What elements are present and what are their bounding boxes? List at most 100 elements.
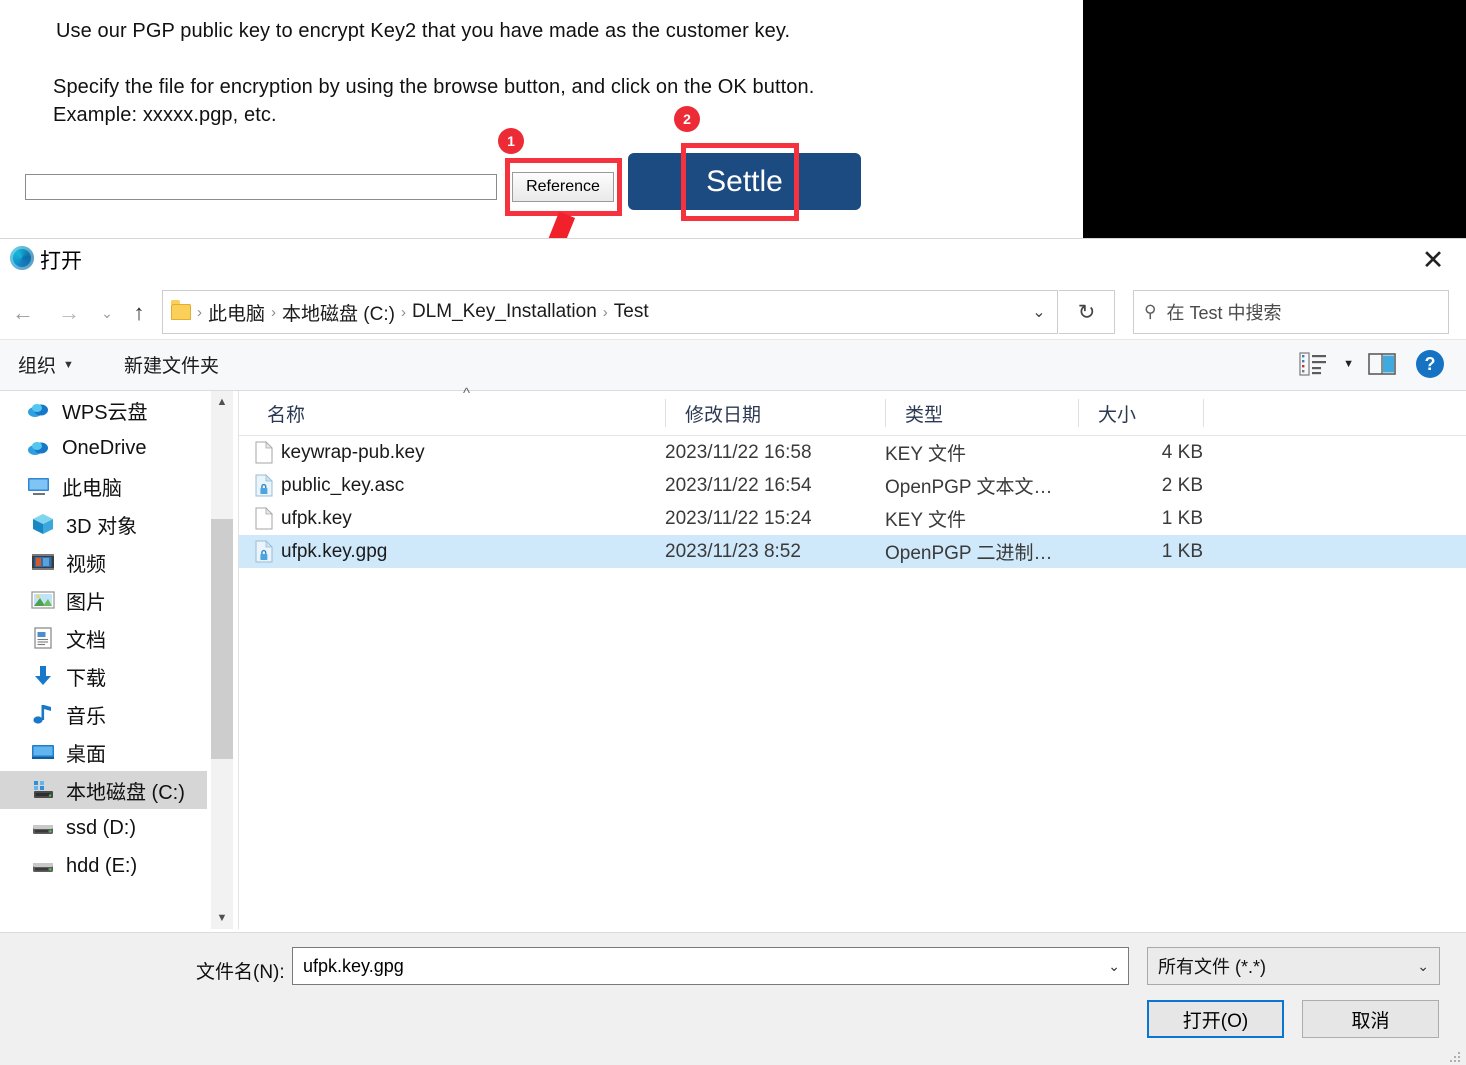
nav-item-2[interactable]: 此电脑 <box>0 467 207 505</box>
nav-item-12[interactable]: hdd (E:) <box>0 847 207 885</box>
reference-button[interactable]: Reference <box>512 172 614 202</box>
file-list-pane: 名称 ^ 修改日期 类型 大小 keywrap-pub.key 2023/11/… <box>239 385 1466 929</box>
nav-item-9[interactable]: 桌面 <box>0 733 207 771</box>
cell-type: KEY 文件 <box>885 444 966 465</box>
nav-item-label: ssd (D:) <box>66 816 136 839</box>
nav-item-5[interactable]: 图片 <box>0 581 207 619</box>
cube-icon <box>33 514 53 534</box>
chevron-down-icon: ▼ <box>63 358 74 371</box>
table-row[interactable]: public_key.asc 2023/11/22 16:54 OpenPGP 文本… <box>239 469 1466 502</box>
column-header-size-label: 大小 <box>1098 404 1137 426</box>
nav-item-7[interactable]: 下载 <box>0 657 207 695</box>
search-placeholder: 在 Test 中搜索 <box>1166 303 1282 323</box>
column-header-type[interactable]: 类型 <box>885 391 943 435</box>
back-icon[interactable]: ← <box>8 298 38 328</box>
cell-date: 2023/11/22 16:54 <box>665 474 812 496</box>
nav-item-label: 音乐 <box>66 705 106 728</box>
nav-item-label: 3D 对象 <box>66 515 138 538</box>
cloud-icon <box>28 404 48 417</box>
scroll-up-icon[interactable]: ▲ <box>211 391 233 413</box>
cell-date: 2023/11/22 16:58 <box>665 441 812 463</box>
settle-button[interactable]: Settle <box>628 153 861 210</box>
breadcrumb-chevron-down-icon[interactable]: ⌄ <box>1020 291 1058 333</box>
organize-menu[interactable]: 组织 ▼ <box>18 351 74 378</box>
nav-item-0[interactable]: WPS云盘 <box>0 391 207 429</box>
cell-size: 1 KB <box>1161 540 1203 562</box>
picture-icon <box>31 591 55 609</box>
navigation-pane: WPS云盘 OneDrive 此电脑 3D 对象视频图片文档下载音乐桌面本地磁盘 (C… <box>0 391 207 929</box>
cell-name: keywrap-pub.key <box>281 441 425 463</box>
nav-item-label: 此电脑 <box>62 477 122 500</box>
resize-grip[interactable] <box>1450 1050 1462 1062</box>
breadcrumb-item-0[interactable]: 此电脑 <box>204 299 269 326</box>
scroll-down-icon[interactable]: ▼ <box>211 907 233 929</box>
column-divider <box>665 399 666 427</box>
cell-name: ufpk.key <box>281 507 352 529</box>
cell-date: 2023/11/23 8:52 <box>665 540 801 562</box>
open-button[interactable]: 打开(O) <box>1147 1000 1284 1038</box>
nav-item-11[interactable]: ssd (D:) <box>0 809 207 847</box>
drive-icon <box>33 863 53 872</box>
nav-pane-scrollbar[interactable]: ▲ ▼ <box>211 391 233 929</box>
column-header-size[interactable]: 大小 <box>1078 391 1136 435</box>
cell-type: OpenPGP 文本文… <box>885 477 1053 498</box>
filetype-value: 所有文件 (*.*) <box>1158 957 1266 977</box>
folder-icon <box>171 300 191 320</box>
column-header-name-label: 名称 <box>267 404 306 426</box>
nav-item-4[interactable]: 视频 <box>0 543 207 581</box>
forward-icon[interactable]: → <box>54 298 84 328</box>
nav-item-label: 本地磁盘 (C:) <box>66 781 185 804</box>
help-icon[interactable]: ? <box>1416 350 1444 378</box>
view-layout-icon[interactable] <box>1299 351 1329 377</box>
nav-item-label: 文档 <box>66 629 106 652</box>
cancel-button[interactable]: 取消 <box>1302 1000 1439 1038</box>
edge-app-icon <box>10 246 34 270</box>
filename-chevron-down-icon[interactable]: ⌄ <box>1100 958 1120 975</box>
view-layout-chevron-down-icon[interactable]: ▼ <box>1343 358 1354 370</box>
nav-item-label: 视频 <box>66 553 106 576</box>
filename-input[interactable] <box>301 954 1101 978</box>
video-icon <box>32 554 54 570</box>
file-icon <box>255 507 273 530</box>
scrollbar-thumb[interactable] <box>211 519 233 759</box>
column-header-name[interactable]: 名称 ^ <box>267 385 470 435</box>
new-folder-button[interactable]: 新建文件夹 <box>124 351 219 378</box>
black-region <box>1083 0 1466 238</box>
sort-ascending-icon: ^ <box>463 385 471 402</box>
instruction-line-2: Specify the file for encryption by using… <box>53 76 815 98</box>
up-icon[interactable]: ↑ <box>124 298 154 328</box>
refresh-icon[interactable]: ↻ <box>1059 290 1115 334</box>
table-row[interactable]: keywrap-pub.key 2023/11/22 16:58 KEY 文件 4 K… <box>239 436 1466 469</box>
column-header-date-label: 修改日期 <box>685 404 762 426</box>
breadcrumb-item-2[interactable]: DLM_Key_Installation <box>408 301 601 323</box>
table-row[interactable]: ufpk.key.gpg 2023/11/23 8:52 OpenPGP 二进制… 1… <box>239 535 1466 568</box>
dialog-title: 打开 <box>40 250 82 273</box>
search-box[interactable]: ⚲ 在 Test 中搜索 <box>1133 290 1449 334</box>
filename-field[interactable]: ⌄ <box>292 947 1129 985</box>
column-header-type-label: 类型 <box>905 404 944 426</box>
cell-date: 2023/11/22 15:24 <box>665 507 812 529</box>
nav-item-1[interactable]: OneDrive <box>0 429 207 467</box>
file-path-input[interactable] <box>25 174 497 200</box>
breadcrumb-item-3[interactable]: Test <box>610 301 653 323</box>
filetype-select[interactable]: 所有文件 (*.*) ⌄ <box>1147 947 1440 985</box>
recent-locations-chevron-down-icon[interactable]: ⌄ <box>92 298 122 328</box>
nav-item-8[interactable]: 音乐 <box>0 695 207 733</box>
nav-item-label: 图片 <box>66 591 106 614</box>
close-icon[interactable]: ✕ <box>1412 243 1454 277</box>
cell-name: public_key.asc <box>281 474 405 496</box>
nav-item-10[interactable]: 本地磁盘 (C:) <box>0 771 207 809</box>
nav-item-6[interactable]: 文档 <box>0 619 207 657</box>
search-icon: ⚲ <box>1144 302 1157 321</box>
breadcrumb-item-1[interactable]: 本地磁盘 (C:) <box>278 299 399 326</box>
nav-item-3[interactable]: 3D 对象 <box>0 505 207 543</box>
column-header-end <box>1203 391 1204 435</box>
cell-size: 1 KB <box>1161 507 1203 529</box>
filename-label: 文件名(N): <box>196 962 285 983</box>
column-header-date[interactable]: 修改日期 <box>665 391 761 435</box>
nav-item-label: hdd (E:) <box>66 854 138 877</box>
breadcrumb[interactable]: › 此电脑 › 本地磁盘 (C:) › DLM_Key_Installation… <box>162 290 1058 334</box>
breadcrumb-separator: › <box>271 303 277 321</box>
table-row[interactable]: ufpk.key 2023/11/22 15:24 KEY 文件 1 KB <box>239 502 1466 535</box>
preview-pane-icon[interactable] <box>1368 352 1396 376</box>
